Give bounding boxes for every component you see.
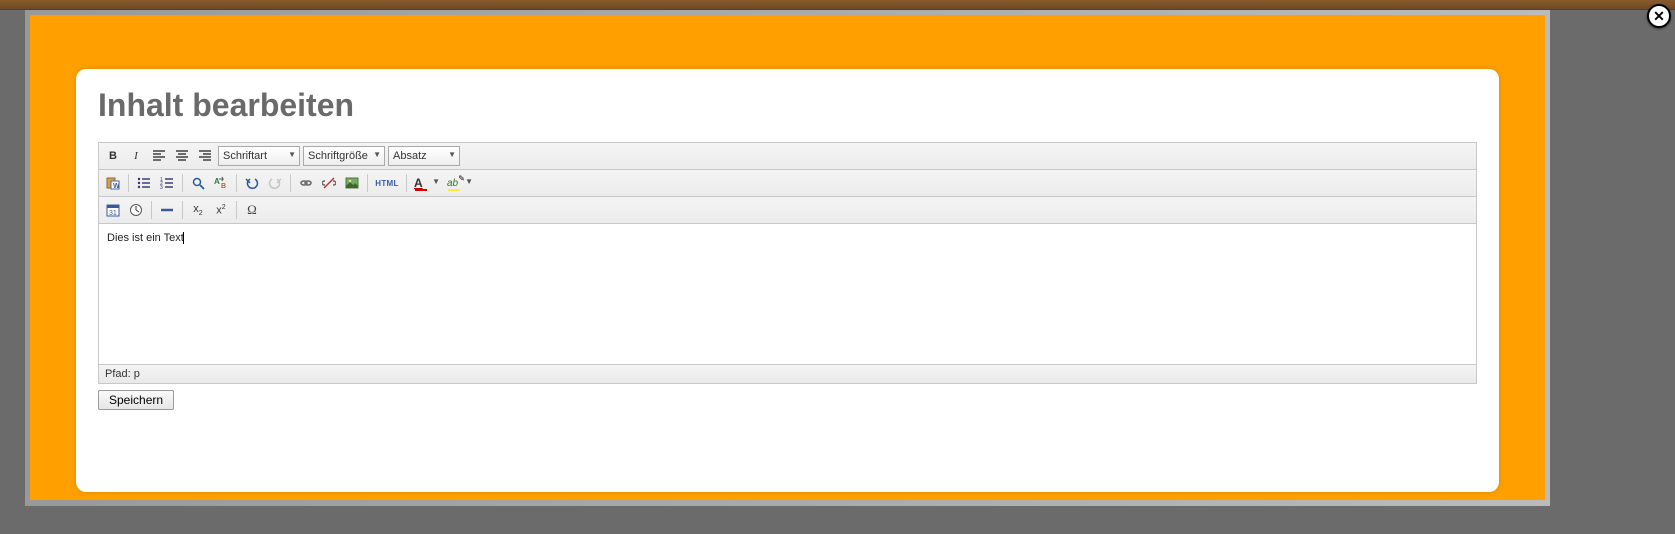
path-display[interactable]: Pfad: p xyxy=(105,368,140,380)
insert-time-button[interactable] xyxy=(126,200,146,220)
special-character-button[interactable]: Ω xyxy=(242,200,262,220)
horizontal-rule-button[interactable] xyxy=(157,200,177,220)
modal-background: Inhalt bearbeiten B I Schriftart Schrift… xyxy=(30,15,1545,500)
separator xyxy=(406,174,407,192)
edit-content-panel: Inhalt bearbeiten B I Schriftart Schrift… xyxy=(76,69,1499,492)
close-icon: ✕ xyxy=(1653,8,1665,25)
separator xyxy=(367,174,368,192)
action-row: Speichern xyxy=(98,390,1477,410)
italic-button[interactable]: I xyxy=(126,146,146,166)
align-center-button[interactable] xyxy=(172,146,192,166)
toolbar-row-2: W 123 AB xyxy=(99,170,1476,197)
separator xyxy=(151,201,152,219)
block-format-dropdown[interactable]: Absatz xyxy=(388,146,460,166)
browser-top-strip xyxy=(0,0,1675,10)
page-title: Inhalt bearbeiten xyxy=(98,87,1477,124)
undo-button[interactable] xyxy=(242,173,262,193)
svg-text:3: 3 xyxy=(160,185,163,190)
image-button[interactable] xyxy=(342,173,362,193)
insert-date-button[interactable]: 31 xyxy=(103,200,123,220)
text-color-dropdown[interactable]: A xyxy=(412,173,442,193)
paste-word-button[interactable]: W xyxy=(103,173,123,193)
superscript-button[interactable]: x2 xyxy=(211,200,231,220)
redo-button[interactable] xyxy=(265,173,285,193)
bullet-list-button[interactable] xyxy=(134,173,154,193)
html-source-button[interactable]: HTML xyxy=(373,173,401,193)
align-left-button[interactable] xyxy=(149,146,169,166)
bold-button[interactable]: B xyxy=(103,146,123,166)
svg-text:31: 31 xyxy=(109,210,117,217)
separator xyxy=(236,174,237,192)
numbered-list-button[interactable]: 123 xyxy=(157,173,177,193)
text-caret xyxy=(183,232,184,244)
editor-content-area[interactable]: Dies ist ein Text xyxy=(99,224,1476,364)
svg-text:B: B xyxy=(221,183,226,190)
rich-text-editor: B I Schriftart Schriftgröße Absatz W xyxy=(98,142,1477,384)
toolbar-row-3: 31 x2 x2 Ω xyxy=(99,197,1476,224)
background-color-dropdown[interactable]: ab ✎ xyxy=(445,173,475,193)
font-family-dropdown[interactable]: Schriftart xyxy=(218,146,300,166)
separator xyxy=(128,174,129,192)
align-right-button[interactable] xyxy=(195,146,215,166)
separator xyxy=(236,201,237,219)
svg-text:A: A xyxy=(214,177,220,186)
separator xyxy=(182,174,183,192)
save-button[interactable]: Speichern xyxy=(98,390,174,410)
close-modal-button[interactable]: ✕ xyxy=(1647,4,1671,28)
unlink-button[interactable] xyxy=(319,173,339,193)
link-button[interactable] xyxy=(296,173,316,193)
editor-status-bar: Pfad: p xyxy=(99,364,1476,383)
editor-text: Dies ist ein Text xyxy=(107,232,184,244)
svg-text:W: W xyxy=(113,183,120,190)
separator xyxy=(290,174,291,192)
find-replace-button[interactable]: AB xyxy=(211,173,231,193)
find-button[interactable] xyxy=(188,173,208,193)
toolbar-row-1: B I Schriftart Schriftgröße Absatz xyxy=(99,143,1476,170)
subscript-button[interactable]: x2 xyxy=(188,200,208,220)
separator xyxy=(182,201,183,219)
font-size-dropdown[interactable]: Schriftgröße xyxy=(303,146,385,166)
